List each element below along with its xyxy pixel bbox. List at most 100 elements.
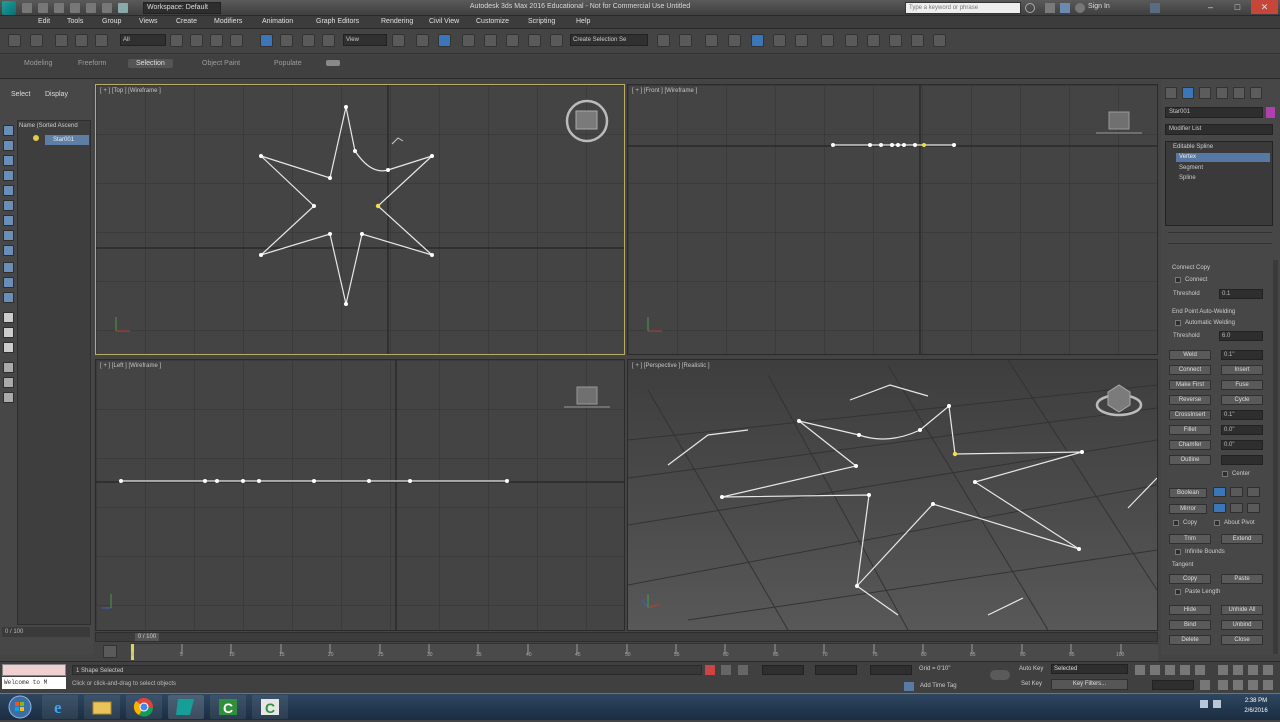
sort-icon[interactable] (3, 392, 14, 403)
select-object-icon[interactable] (170, 34, 183, 47)
object-color-swatch[interactable] (1266, 107, 1275, 118)
weld-button[interactable]: Weld (1169, 350, 1211, 360)
threshold-spinner[interactable]: 0.1 (1219, 289, 1263, 299)
menu-group[interactable]: Group (102, 18, 121, 25)
menu-modifiers[interactable]: Modifiers (214, 18, 242, 25)
redo-icon[interactable] (30, 34, 43, 47)
pan-view-icon[interactable] (1233, 680, 1243, 690)
display-tab-icon[interactable] (1233, 87, 1245, 99)
mirror-horizontal-icon[interactable] (1213, 503, 1226, 513)
redo-quick-icon[interactable] (86, 3, 96, 13)
menu-rendering[interactable]: Rendering (381, 18, 413, 25)
add-time-tag-button[interactable]: Add Time Tag (920, 683, 957, 689)
select-and-rotate-icon[interactable] (280, 34, 293, 47)
unhide-all-button[interactable]: Unhide All (1221, 605, 1263, 615)
boolean-button[interactable]: Boolean (1169, 488, 1207, 498)
auto-key-button[interactable]: Auto Key (1019, 666, 1043, 672)
zoom-extents-all-icon[interactable] (1263, 665, 1273, 675)
set-key-button[interactable]: Set Key (1021, 681, 1042, 687)
viewport-front[interactable]: [ + ] [Front ] [Wireframe ] (627, 84, 1158, 355)
camtasia-icon[interactable]: C (210, 695, 246, 719)
viewport-left[interactable]: [ + ] [Left ] [Wireframe ] (95, 359, 625, 631)
command-panel-scrollbar[interactable] (1273, 260, 1278, 654)
filter-spacewarps-icon[interactable] (3, 200, 14, 211)
viewport-perspective[interactable]: [ + ] [Perspective ] [Realistic ] (627, 359, 1158, 631)
x-coordinate-field[interactable] (762, 665, 804, 675)
activeshade-icon[interactable] (911, 34, 924, 47)
stack-item-spline[interactable]: Spline (1176, 174, 1270, 183)
search-icon[interactable] (1025, 3, 1035, 13)
project-folder-icon[interactable] (102, 3, 112, 13)
extend-button[interactable]: Extend (1221, 534, 1263, 544)
render-iterative-icon[interactable] (889, 34, 902, 47)
time-slider-thumb[interactable]: 0 / 100 (135, 633, 159, 641)
schematic-view-icon[interactable] (773, 34, 786, 47)
time-tag-icon[interactable] (904, 682, 914, 691)
camtasia-recorder-icon[interactable]: C (252, 695, 288, 719)
menu-animation[interactable]: Animation (262, 18, 293, 25)
connect-button[interactable]: Connect (1169, 365, 1211, 375)
stack-item-vertex[interactable]: Vertex (1176, 153, 1270, 162)
z-coordinate-field[interactable] (870, 665, 912, 675)
explorer-menu-display[interactable]: Display (45, 91, 68, 98)
mirror-button[interactable]: Mirror (1169, 504, 1207, 514)
filter-helpers-icon[interactable] (3, 185, 14, 196)
filter-groups-icon[interactable] (3, 215, 14, 226)
field-of-view-icon[interactable] (1218, 680, 1228, 690)
close-spline-button[interactable]: Close (1221, 635, 1263, 645)
filter-containers-icon[interactable] (3, 262, 14, 273)
curve-editor-icon[interactable] (751, 34, 764, 47)
sign-in-link[interactable]: Sign In (1088, 3, 1110, 10)
maxscript-output[interactable]: Welcome to M (2, 677, 66, 689)
mirror-icon[interactable] (657, 34, 670, 47)
orbit-icon[interactable] (1248, 680, 1258, 690)
toggle-ribbon-icon[interactable] (728, 34, 741, 47)
hide-button[interactable]: Hide (1169, 605, 1211, 615)
select-and-scale-icon[interactable] (302, 34, 315, 47)
ribbon-options-icon[interactable] (326, 60, 340, 66)
stack-item-segment[interactable]: Segment (1176, 164, 1270, 173)
infinite-bounds-checkbox[interactable] (1175, 549, 1181, 555)
filter-cameras-icon[interactable] (3, 170, 14, 181)
automatic-welding-checkbox[interactable] (1175, 320, 1181, 326)
spinner-snap-icon[interactable] (528, 34, 541, 47)
trim-button[interactable]: Trim (1169, 534, 1211, 544)
filter-bones-icon[interactable] (3, 245, 14, 256)
time-configuration-icon[interactable] (1200, 680, 1210, 690)
material-editor-icon[interactable] (795, 34, 808, 47)
isolate-selection-icon[interactable] (705, 665, 715, 675)
modifier-list-dropdown[interactable]: Modifier List (1165, 124, 1273, 135)
a360-render-icon[interactable] (933, 34, 946, 47)
windows-start-button[interactable] (3, 694, 37, 720)
select-and-place-icon[interactable] (322, 34, 335, 47)
display-none-icon[interactable] (3, 327, 14, 338)
menu-edit[interactable]: Edit (38, 18, 50, 25)
tab-modeling[interactable]: Modeling (16, 59, 60, 68)
utilities-tab-icon[interactable] (1250, 87, 1262, 99)
use-pivot-center-icon[interactable] (392, 34, 405, 47)
tab-populate[interactable]: Populate (266, 59, 310, 68)
mirror-vertical-icon[interactable] (1230, 503, 1243, 513)
3dsmax-logo-icon[interactable] (2, 1, 16, 15)
scene-list-header[interactable]: Name (Sorted Ascend (19, 123, 78, 129)
about-pivot-checkbox[interactable] (1214, 520, 1220, 526)
create-tab-icon[interactable] (1165, 87, 1177, 99)
unlink-selection-icon[interactable] (75, 34, 88, 47)
mirror-both-icon[interactable] (1247, 503, 1260, 513)
find-icon[interactable] (3, 377, 14, 388)
select-by-name-icon[interactable] (190, 34, 203, 47)
select-manipulate-icon[interactable] (416, 34, 429, 47)
fuse-button[interactable]: Fuse (1221, 380, 1263, 390)
weld-spinner[interactable]: 0.1" (1221, 350, 1263, 360)
chrome-icon[interactable] (126, 695, 162, 719)
boolean-union-icon[interactable] (1213, 487, 1226, 497)
filter-geometry-icon[interactable] (3, 125, 14, 136)
volume-tray-icon[interactable] (1213, 700, 1221, 708)
crossinsert-spinner[interactable]: 0.1" (1221, 410, 1263, 420)
select-and-link-icon[interactable] (55, 34, 68, 47)
render-production-icon[interactable] (867, 34, 880, 47)
rendered-frame-window-icon[interactable] (845, 34, 858, 47)
subscription-icon[interactable] (1045, 3, 1055, 13)
filter-frozen-icon[interactable] (3, 277, 14, 288)
help-icon[interactable] (1150, 3, 1160, 13)
